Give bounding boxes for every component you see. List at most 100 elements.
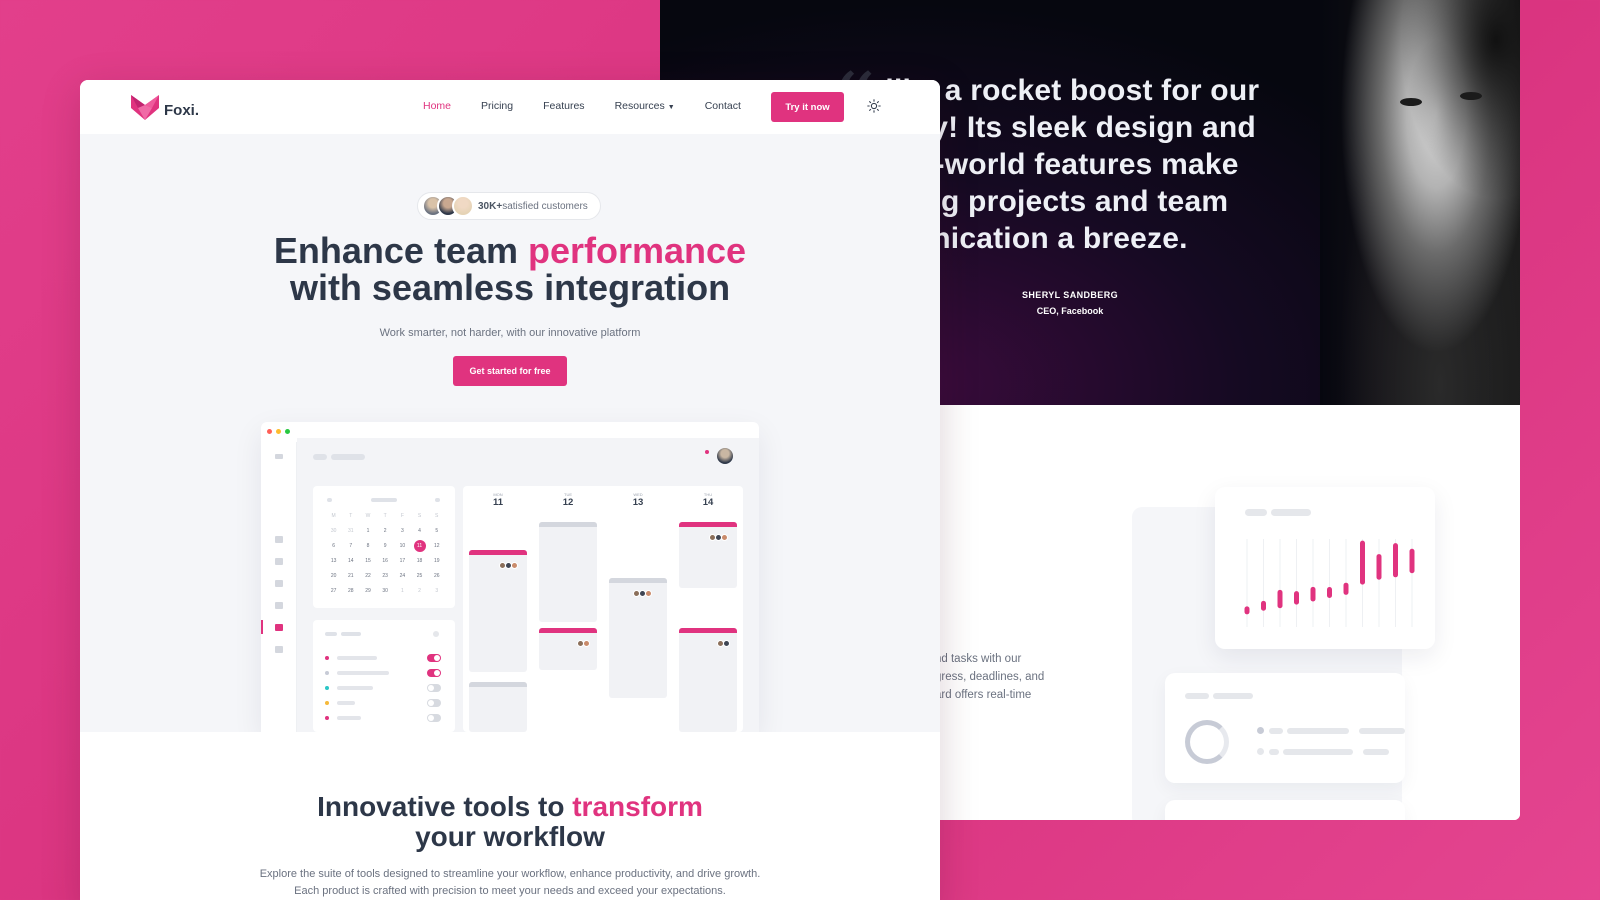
nav-link-contact[interactable]: Contact	[705, 100, 741, 112]
calendar-day[interactable]: 29	[359, 585, 376, 597]
calendar-day[interactable]: 27	[325, 585, 342, 597]
hero-title: Enhance team performance with seamless i…	[80, 232, 940, 306]
list-item	[325, 684, 445, 692]
chevron-left-icon[interactable]	[327, 498, 332, 502]
calendar-day[interactable]: 13	[325, 555, 342, 567]
toggle-switch[interactable]	[427, 669, 441, 677]
calendar-day[interactable]: 1	[394, 585, 411, 597]
weekday-label: T	[349, 513, 353, 519]
landing-page-preview: Foxi. Home Pricing Features Resources ▼ C…	[80, 80, 940, 900]
skeleton-line	[337, 701, 355, 705]
avatar	[723, 640, 730, 647]
calendar-day[interactable]: 10	[394, 540, 411, 552]
toggle-switch[interactable]	[427, 684, 441, 692]
calendar-event[interactable]	[679, 522, 737, 588]
inbox-icon	[275, 558, 283, 565]
feature-description: nd tasks with our gress, deadlines, and …	[935, 650, 1095, 704]
calendar-day[interactable]: 6	[325, 540, 342, 552]
feature-text-line: ard offers real-time	[935, 689, 1032, 701]
calendar-day[interactable]: 5	[428, 525, 445, 537]
testimonial-author: SHERYL SANDBERG CEO, Facebook	[990, 290, 1150, 316]
nav-link-features[interactable]: Features	[543, 100, 584, 112]
nav-link-pricing[interactable]: Pricing	[481, 100, 513, 112]
calendar-day[interactable]: 15	[359, 555, 376, 567]
calendar-day[interactable]: 2	[377, 525, 394, 537]
skeleton-line	[1269, 749, 1279, 755]
calendar-event[interactable]	[539, 628, 597, 670]
calendar-day[interactable]: 18	[411, 555, 428, 567]
calendar-day[interactable]: 7	[342, 540, 359, 552]
toggle-switch[interactable]	[427, 714, 441, 722]
tools-section: Innovative tools to transform your workf…	[80, 732, 940, 900]
tools-desc-line: Explore the suite of tools designed to s…	[259, 868, 761, 880]
calendar-day[interactable]: 31	[342, 525, 359, 537]
tools-desc-line: Each product is crafted with precision t…	[294, 885, 726, 897]
event-color-bar	[469, 550, 527, 555]
calendar-day[interactable]: 25	[411, 570, 428, 582]
calendar-day[interactable]: 28	[342, 585, 359, 597]
try-it-now-button[interactable]: Try it now	[771, 92, 844, 122]
tools-title-accent: transform	[572, 791, 703, 822]
calendar-day[interactable]: 22	[359, 570, 376, 582]
window-maximize-dot	[285, 429, 290, 434]
weekday-label: S	[435, 513, 439, 519]
weekday-label: S	[417, 513, 422, 519]
author-name: SHERYL SANDBERG	[1021, 290, 1118, 300]
calendar-day[interactable]: 2	[411, 585, 428, 597]
toggle-switch[interactable]	[427, 699, 441, 707]
nav-link-home[interactable]: Home	[423, 100, 451, 112]
status-dot	[325, 701, 329, 705]
menu-icon	[275, 454, 283, 459]
skeleton-line	[1359, 728, 1405, 734]
calendar-day[interactable]: 30	[377, 585, 394, 597]
calendar-day[interactable]: 23	[377, 570, 394, 582]
chart-bar	[1360, 540, 1365, 585]
skeleton-line	[337, 686, 373, 690]
get-started-button[interactable]: Get started for free	[453, 356, 567, 386]
calendar-event[interactable]	[469, 550, 527, 672]
weekday-label: T	[383, 513, 387, 519]
calendar-day[interactable]: 9	[377, 540, 394, 552]
calendar-day[interactable]: 12	[428, 540, 445, 552]
plus-icon[interactable]	[433, 631, 439, 637]
calendar-day[interactable]: 11	[413, 540, 426, 552]
calendar-day[interactable]: 3	[428, 585, 445, 597]
day-number: 12	[562, 497, 574, 508]
stub-card	[1165, 800, 1405, 820]
calendar-day[interactable]: 26	[428, 570, 445, 582]
calendar-day[interactable]: 21	[342, 570, 359, 582]
calendar-day[interactable]: 4	[411, 525, 428, 537]
day-number: 11	[492, 497, 504, 508]
calendar-day[interactable]: 17	[394, 555, 411, 567]
calendar-day[interactable]: 20	[325, 570, 342, 582]
calendar-event[interactable]	[469, 682, 527, 732]
calendar-day[interactable]: 16	[377, 555, 394, 567]
document-icon	[275, 602, 283, 609]
calendar-grid: M T W T F S S 30 31 1 2 3 4 5 6 7 8 9 10 11 12 13 14 15 16 17 18 19…	[325, 510, 445, 597]
calendar-day[interactable]: 8	[359, 540, 376, 552]
calendar-day[interactable]: 30	[325, 525, 342, 537]
toggle-switch[interactable]	[427, 654, 441, 662]
calendar-day[interactable]: 1	[359, 525, 376, 537]
calendar-event[interactable]	[609, 578, 667, 698]
calendar-event[interactable]	[539, 522, 597, 622]
chart-bar	[1327, 587, 1332, 598]
nav-link-resources[interactable]: Resources ▼	[615, 100, 675, 112]
list-item	[325, 699, 445, 707]
chevron-right-icon[interactable]	[435, 498, 440, 502]
calendar-day[interactable]: 19	[428, 555, 445, 567]
skeleton-line	[337, 671, 389, 675]
weekday-label: F	[400, 513, 404, 519]
feature-text-line: gress, deadlines, and	[935, 671, 1045, 683]
calendar-event[interactable]	[679, 628, 737, 732]
calendar-day[interactable]: 24	[394, 570, 411, 582]
brand-logo[interactable]: Foxi.	[130, 92, 199, 122]
calendar-day[interactable]: 3	[394, 525, 411, 537]
customer-badge: 30K+ satisfied customers	[417, 192, 601, 220]
avatar	[511, 562, 518, 569]
sun-icon[interactable]	[867, 99, 881, 113]
calendar-day[interactable]: 14	[342, 555, 359, 567]
customer-label: satisfied customers	[502, 200, 588, 212]
chart-bar	[1343, 582, 1349, 595]
copy-icon	[275, 580, 283, 587]
